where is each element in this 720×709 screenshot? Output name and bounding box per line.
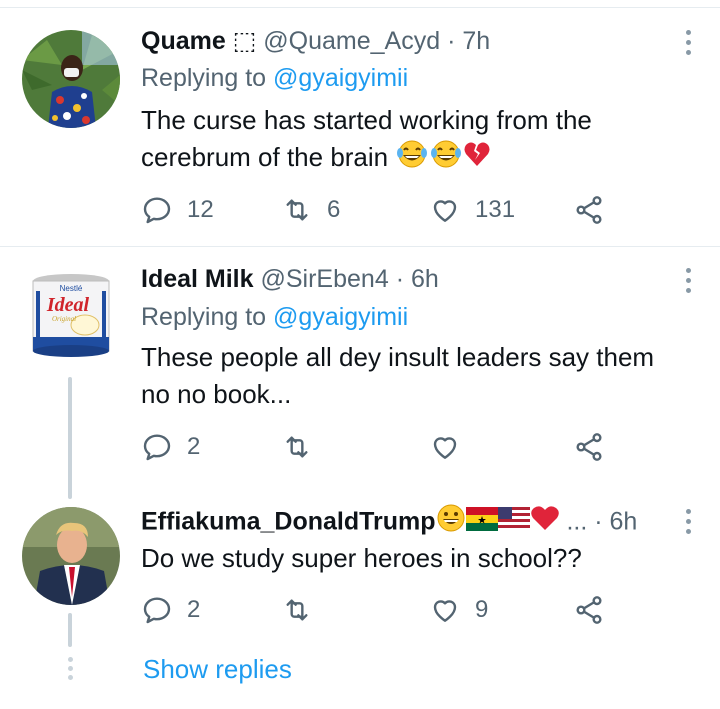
separator-dot: · [395, 265, 405, 293]
reply-button[interactable]: 2 [141, 590, 200, 630]
timestamp[interactable]: 6h [411, 265, 439, 293]
separator-dot: · [447, 27, 456, 55]
grinning-emoji-icon [436, 503, 466, 543]
display-name[interactable]: Quame ⬚ [141, 27, 256, 55]
reply-count: 12 [187, 196, 214, 223]
share-button[interactable] [573, 590, 605, 630]
more-options-icon[interactable] [684, 268, 692, 298]
like-button[interactable]: 131 [429, 190, 515, 230]
reply-icon [143, 197, 171, 224]
tweet-header: Quame ⬚ @Quame_Acyd · 7h [141, 23, 690, 59]
thread-line [68, 613, 72, 647]
retweet-button[interactable] [281, 590, 327, 630]
tweet-actions: 2 [141, 427, 621, 467]
user-handle[interactable]: @Quame_Acyd [263, 27, 440, 55]
avatar[interactable] [22, 30, 120, 128]
retweet-count: 6 [327, 196, 341, 223]
tweet-text-line: These people all dey insult leaders say … [141, 342, 655, 372]
user-handle[interactable]: @SirEben4 [261, 265, 389, 293]
ghana-flag-icon [465, 505, 498, 541]
like-count: 131 [475, 196, 516, 223]
share-icon [576, 433, 602, 461]
tweet-header: Ideal Milk @SirEben4 · 6h [141, 261, 690, 297]
reply-icon [143, 597, 171, 624]
tweet-text: Do we study super heroes in school?? [141, 540, 691, 577]
mention-link[interactable]: @gyaigyimii [273, 303, 408, 331]
like-button[interactable] [429, 427, 475, 467]
replying-to-label: Replying to [141, 303, 274, 331]
like-count: 9 [475, 596, 489, 623]
tweet-effiakuma[interactable]: Effiakuma_DonaldTrump ... · 6h Do we stu… [0, 497, 720, 709]
share-icon [576, 596, 602, 624]
retweet-button[interactable] [281, 427, 327, 467]
tweet-text-line: The curse has started working from the [141, 105, 592, 135]
like-button[interactable]: 9 [429, 590, 488, 630]
avatar[interactable]: Nestlé Ideal Original [22, 267, 120, 365]
red-heart-emoji-icon [530, 505, 560, 541]
display-name[interactable]: Effiakuma_DonaldTrump [141, 508, 436, 536]
tears-of-joy-emoji-icon [429, 139, 463, 179]
tears-of-joy-emoji-icon [395, 139, 429, 179]
avatar-logo-text: Ideal [46, 294, 90, 316]
tweet-actions: 2 9 [141, 590, 621, 630]
tweet-text-line: no no book... [141, 379, 292, 409]
replying-to: Replying to @gyaigyimii [141, 60, 408, 96]
reply-count: 2 [187, 433, 201, 460]
timestamp[interactable]: 6h [610, 508, 638, 536]
thread-line [68, 377, 72, 499]
avatar[interactable] [22, 507, 120, 605]
tweet-quame[interactable]: Quame ⬚ @Quame_Acyd · 7h Replying to @gy… [0, 0, 720, 246]
retweet-icon [286, 599, 308, 621]
share-button[interactable] [573, 427, 605, 467]
tweet-text-line: Do we study super heroes in school?? [141, 543, 582, 573]
replying-to-label: Replying to [141, 64, 274, 92]
tweet-text: The curse has started working from the c… [141, 102, 691, 179]
replying-to: Replying to @gyaigyimii [141, 299, 408, 335]
share-button[interactable] [573, 190, 605, 230]
more-options-icon[interactable] [684, 509, 692, 539]
retweet-icon [286, 199, 308, 221]
heart-icon [433, 600, 457, 622]
separator-dot: · [594, 507, 603, 536]
reply-button[interactable]: 2 [141, 427, 200, 467]
thread-continuation-dots [66, 657, 74, 684]
retweet-icon [286, 436, 308, 458]
broken-heart-emoji-icon [463, 140, 491, 178]
reply-count: 2 [187, 596, 201, 623]
tweet-ideal-milk[interactable]: Nestlé Ideal Original Ideal Milk @SirEbe… [0, 247, 720, 499]
display-name[interactable]: Ideal Milk [141, 265, 254, 293]
avatar-sub-text: Original [52, 315, 76, 323]
reply-thread: Quame ⬚ @Quame_Acyd · 7h Replying to @gy… [0, 0, 720, 709]
retweet-button[interactable]: 6 [281, 190, 340, 230]
mention-link[interactable]: @gyaigyimii [273, 64, 408, 92]
reply-icon [143, 434, 171, 461]
tweet-header: Effiakuma_DonaldTrump ... · 6h [141, 503, 690, 539]
usa-flag-icon [497, 505, 530, 541]
tweet-text: These people all dey insult leaders say … [141, 339, 691, 413]
tweet-text-line: cerebrum of the brain [141, 142, 389, 172]
share-icon [576, 196, 602, 224]
reply-button[interactable]: 12 [141, 190, 214, 230]
user-handle[interactable]: ... [566, 508, 587, 536]
tweet-actions: 12 6 131 [141, 190, 621, 230]
tweet-text-line-with-emoji: cerebrum of the brain [141, 139, 691, 179]
timestamp[interactable]: 7h [462, 27, 490, 55]
heart-icon [433, 200, 457, 222]
more-options-icon[interactable] [684, 30, 692, 60]
show-replies-link[interactable]: Show replies [143, 651, 292, 687]
avatar-brand-text: Nestlé [60, 284, 83, 293]
heart-icon [433, 437, 457, 459]
